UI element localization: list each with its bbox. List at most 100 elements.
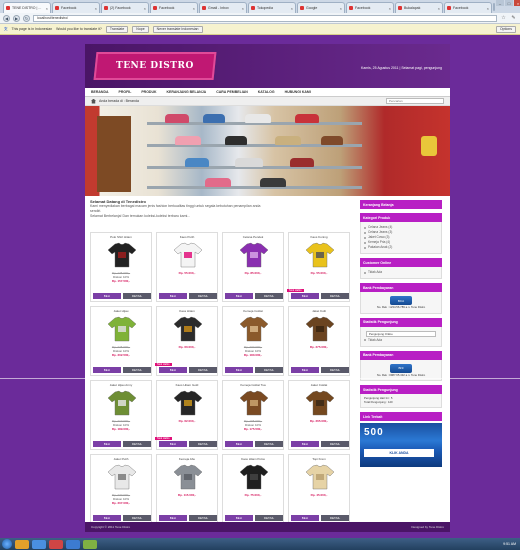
- product-card[interactable]: Polo Shirt Hitam Rp. 175.000,- Diskon 10% R…: [90, 232, 152, 302]
- media-icon[interactable]: [49, 539, 63, 549]
- browser-tab[interactable]: Facebook ×: [444, 2, 492, 13]
- menu-item[interactable]: CARA PEMBELIAN: [216, 90, 248, 94]
- close-tab-icon[interactable]: ×: [46, 6, 48, 11]
- detail-button[interactable]: DETAIL: [189, 293, 217, 299]
- product-name[interactable]: Kaos Kuning: [289, 235, 349, 239]
- product-name[interactable]: Kaos Hitam Polos: [223, 457, 283, 461]
- product-image[interactable]: [305, 242, 335, 268]
- menu-item[interactable]: HUBUNGI KAMI: [285, 90, 311, 94]
- detail-button[interactable]: DETAIL: [189, 367, 217, 373]
- translate-button[interactable]: Translate: [105, 25, 129, 33]
- app-icon[interactable]: [83, 539, 97, 549]
- new-tab-button[interactable]: [493, 2, 495, 11]
- visitor-select[interactable]: Pengunjung Online: [366, 330, 436, 337]
- reload-icon[interactable]: ↻: [23, 14, 30, 22]
- star-icon[interactable]: ☆: [500, 15, 507, 22]
- product-image[interactable]: [239, 464, 269, 490]
- detail-button[interactable]: DETAIL: [255, 441, 283, 447]
- product-card[interactable]: Jaket Hijau Rp. 225.000,- Diskon 10% Rp. 20…: [90, 306, 152, 376]
- product-card[interactable]: Kemeja Coklat Rp. 200.000,- Diskon 10% Rp. …: [222, 306, 284, 376]
- minimize-button[interactable]: –: [496, 0, 504, 6]
- product-name[interactable]: Jaket Hijau: [91, 309, 151, 313]
- product-image[interactable]: [239, 242, 269, 268]
- buy-button[interactable]: BELI: [159, 441, 187, 447]
- browser-icon[interactable]: [32, 539, 46, 549]
- product-name[interactable]: Kaos Hitam Gold: [157, 383, 217, 387]
- product-name[interactable]: Jaket Coklat: [289, 383, 349, 387]
- buy-button[interactable]: BELI: [159, 515, 187, 521]
- browser-tab[interactable]: (2) Facebook ×: [101, 2, 149, 13]
- product-card[interactable]: Kemeja Coklat Tua Rp. 195.000,- Diskon 10%…: [222, 380, 284, 450]
- close-window-button[interactable]: ×: [514, 0, 520, 6]
- product-image[interactable]: [173, 316, 203, 342]
- browser-tab[interactable]: Bukalapak ×: [395, 2, 443, 13]
- category-item[interactable]: Pakaian Anak (2): [364, 245, 438, 250]
- detail-button[interactable]: DETAIL: [255, 293, 283, 299]
- product-image[interactable]: [107, 464, 137, 490]
- product-image[interactable]: [239, 390, 269, 416]
- start-button[interactable]: [2, 539, 12, 549]
- product-name[interactable]: Kemeja Coklat: [223, 309, 283, 313]
- product-image[interactable]: [107, 390, 137, 416]
- close-tab-icon[interactable]: ×: [291, 6, 293, 11]
- close-tab-icon[interactable]: ×: [340, 6, 342, 11]
- browser-tab[interactable]: Facebook ×: [346, 2, 394, 13]
- product-name[interactable]: Polo Shirt Hitam: [91, 235, 151, 239]
- detail-button[interactable]: DETAIL: [255, 367, 283, 373]
- product-name[interactable]: Jaket Putih: [91, 457, 151, 461]
- product-name[interactable]: Jaket Hijau Army: [91, 383, 151, 387]
- search-input[interactable]: [386, 98, 444, 104]
- detail-button[interactable]: DETAIL: [123, 367, 151, 373]
- buy-button[interactable]: BELI: [93, 515, 121, 521]
- address-bar[interactable]: localhost/tenedistro/: [33, 14, 497, 22]
- product-image[interactable]: [107, 242, 137, 268]
- close-tab-icon[interactable]: ×: [389, 6, 391, 11]
- detail-button[interactable]: DETAIL: [189, 441, 217, 447]
- product-name[interactable]: Topi Krem: [289, 457, 349, 461]
- close-tab-icon[interactable]: ×: [438, 6, 440, 11]
- product-name[interactable]: Kemeja Abu: [157, 457, 217, 461]
- buy-button[interactable]: BELI: [93, 367, 121, 373]
- buy-button[interactable]: BELI: [291, 515, 319, 521]
- site-logo[interactable]: TENE DISTRO: [93, 52, 217, 80]
- product-card[interactable]: Kaos Putih Rp. 55.000,- BELI DETAIL: [156, 232, 218, 302]
- buy-button[interactable]: BELI: [93, 441, 121, 447]
- browser-tab[interactable]: Facebook ×: [52, 2, 100, 13]
- product-image[interactable]: [173, 464, 203, 490]
- product-card[interactable]: Celana Pendek Rp. 85.000,- BELI DETAIL: [222, 232, 284, 302]
- product-image[interactable]: [239, 316, 269, 342]
- never-translate-button[interactable]: Never translate Indonesian: [152, 25, 203, 33]
- detail-button[interactable]: DETAIL: [321, 441, 349, 447]
- forward-icon[interactable]: ▶: [13, 14, 20, 22]
- buy-button[interactable]: BELI: [291, 367, 319, 373]
- menu-item[interactable]: KERANJANG BELANJA: [167, 90, 207, 94]
- menu-item[interactable]: BERANDA: [91, 90, 109, 94]
- menu-item[interactable]: PRODUK: [141, 90, 156, 94]
- close-tab-icon[interactable]: ×: [487, 6, 489, 11]
- product-image[interactable]: [305, 316, 335, 342]
- close-tab-icon[interactable]: ×: [144, 6, 146, 11]
- product-name[interactable]: Celana Pendek: [223, 235, 283, 239]
- product-card[interactable]: Kaos Hitam Gold Rp. 62.000,- Stok Habis BEL…: [155, 380, 218, 450]
- product-card[interactable]: Jaket Putih Rp. 230.000,- Diskon 10% Rp. 20…: [90, 454, 152, 524]
- product-name[interactable]: Jaket Kulit: [289, 309, 349, 313]
- product-card[interactable]: Kemeja Abu Rp. 115.000,- BELI DETAIL: [156, 454, 218, 524]
- detail-button[interactable]: DETAIL: [321, 515, 349, 521]
- detail-button[interactable]: DETAIL: [123, 293, 151, 299]
- buy-button[interactable]: BELI: [225, 293, 253, 299]
- close-tab-icon[interactable]: ×: [193, 6, 195, 11]
- product-card[interactable]: Kaos Hitam Rp. 60.000,- Stok Habis BELI DETA…: [155, 306, 218, 376]
- detail-button[interactable]: DETAIL: [255, 515, 283, 521]
- product-card[interactable]: Kaos Hitam Polos Rp. 75.000,- BELI DETAIL: [222, 454, 284, 524]
- browser-tab[interactable]: Facebook ×: [150, 2, 198, 13]
- detail-button[interactable]: DETAIL: [123, 441, 151, 447]
- product-name[interactable]: Kemeja Coklat Tua: [223, 383, 283, 387]
- back-icon[interactable]: ◀: [3, 14, 10, 22]
- word-icon[interactable]: [66, 539, 80, 549]
- translate-options-button[interactable]: Options: [495, 25, 516, 33]
- maximize-button[interactable]: □: [505, 0, 513, 6]
- nope-button[interactable]: Nope: [132, 25, 149, 33]
- detail-button[interactable]: DETAIL: [189, 515, 217, 521]
- product-name[interactable]: Kaos Putih: [157, 235, 217, 239]
- explorer-icon[interactable]: [15, 539, 29, 549]
